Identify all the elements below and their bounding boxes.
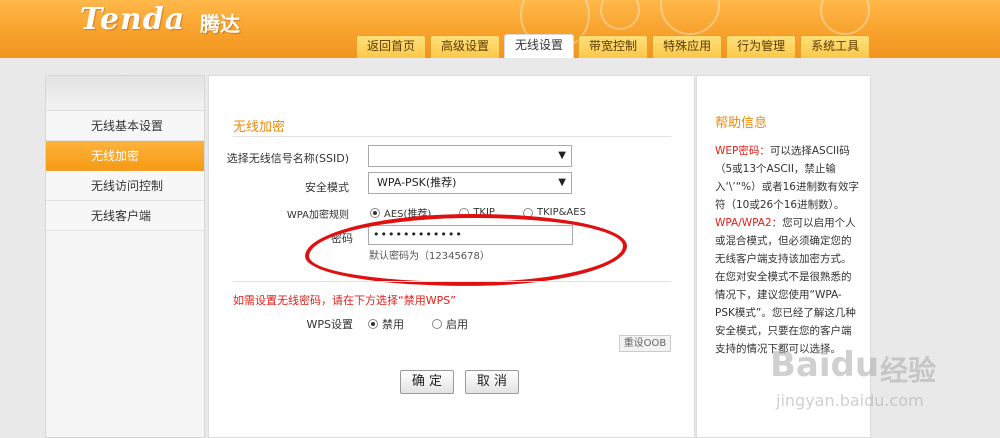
section-title: 无线加密 [233, 120, 286, 135]
help-title: 帮助信息 [715, 116, 768, 131]
help-text: WEP密码：可以选择ASCII码（5或13个ASCII，禁止输入‘\’“%）或者… [715, 142, 860, 358]
wps-label: WPS设置 [306, 318, 354, 331]
wpa-rule-label: WPA加密规则 [286, 210, 349, 221]
tab-home[interactable]: 返回首页 [356, 35, 427, 58]
divider [233, 136, 671, 137]
tab-bandwidth[interactable]: 带宽控制 [578, 35, 649, 58]
dropdown-arrow-icon: ▼ [558, 177, 566, 188]
security-mode-label: 安全模式 [305, 181, 349, 194]
red-annotation-circle [304, 211, 628, 289]
tab-system-tools[interactable]: 系统工具 [800, 35, 871, 58]
wps-warning: 如需设置无线密码，请在下方选择“禁用WPS” [233, 294, 456, 307]
header-bar: Tenda 腾达 返回首页 高级设置 无线设置 带宽控制 特殊应用 行为管理 系… [0, 0, 1000, 58]
sidebar-header [46, 76, 204, 111]
security-mode-select[interactable]: WPA-PSK(推荐) ▼ [368, 172, 572, 194]
wps-enable-option[interactable]: 启用 [432, 316, 468, 332]
top-nav-tabs: 返回首页 高级设置 无线设置 带宽控制 特殊应用 行为管理 系统工具 [356, 34, 871, 58]
ssid-label: 选择无线信号名称(SSID) [226, 152, 349, 165]
help-extra-text: 在您对安全模式不是很熟悉的情况下，建议您使用“WPA-PSK模式”。您已经了解这… [715, 271, 856, 355]
cancel-button[interactable]: 取 消 [465, 370, 519, 394]
tenda-logo-cn: 腾达 [200, 12, 240, 36]
radio-checked-icon [370, 207, 380, 218]
dropdown-arrow-icon: ▼ [558, 150, 566, 161]
tab-behavior[interactable]: 行为管理 [726, 35, 797, 58]
decor-bubble [600, 0, 640, 30]
reset-oob-button[interactable]: 重设OOB [619, 335, 671, 352]
help-panel: 帮助信息 WEP密码：可以选择ASCII码（5或13个ASCII，禁止输入‘\’… [696, 75, 871, 438]
ok-button[interactable]: 确 定 [400, 370, 454, 394]
tab-special-apps[interactable]: 特殊应用 [652, 35, 723, 58]
watermark-cn: 经验 [880, 354, 937, 387]
security-mode-value: WPA-PSK(推荐) [377, 176, 457, 189]
tab-advanced[interactable]: 高级设置 [430, 35, 501, 58]
radio-icon [432, 319, 442, 329]
sidebar-item-encryption[interactable]: 无线加密 [46, 141, 204, 171]
wps-disable-option[interactable]: 禁用 [368, 316, 404, 332]
wps-radio-group: 禁用 启用 [368, 316, 496, 332]
sidebar-item-basic-settings[interactable]: 无线基本设置 [46, 111, 204, 141]
sidebar-item-clients[interactable]: 无线客户端 [46, 201, 204, 231]
tenda-logo: Tenda [80, 2, 186, 37]
radio-checked-icon [368, 319, 378, 329]
main-panel: 无线加密 选择无线信号名称(SSID) ▼ 安全模式 WPA-PSK(推荐) ▼… [208, 75, 695, 438]
decor-bubble [820, 0, 870, 35]
help-wep-key: WEP密码： [715, 145, 770, 157]
decor-bubble [660, 0, 720, 35]
ssid-select[interactable]: ▼ [368, 145, 572, 167]
divider [233, 281, 671, 282]
help-wpa-key: WPA/WPA2： [715, 217, 783, 229]
sidebar-item-access-control[interactable]: 无线访问控制 [46, 171, 204, 201]
sidebar: 无线基本设置 无线加密 无线访问控制 无线客户端 [45, 75, 205, 438]
tab-wireless[interactable]: 无线设置 [504, 34, 575, 58]
